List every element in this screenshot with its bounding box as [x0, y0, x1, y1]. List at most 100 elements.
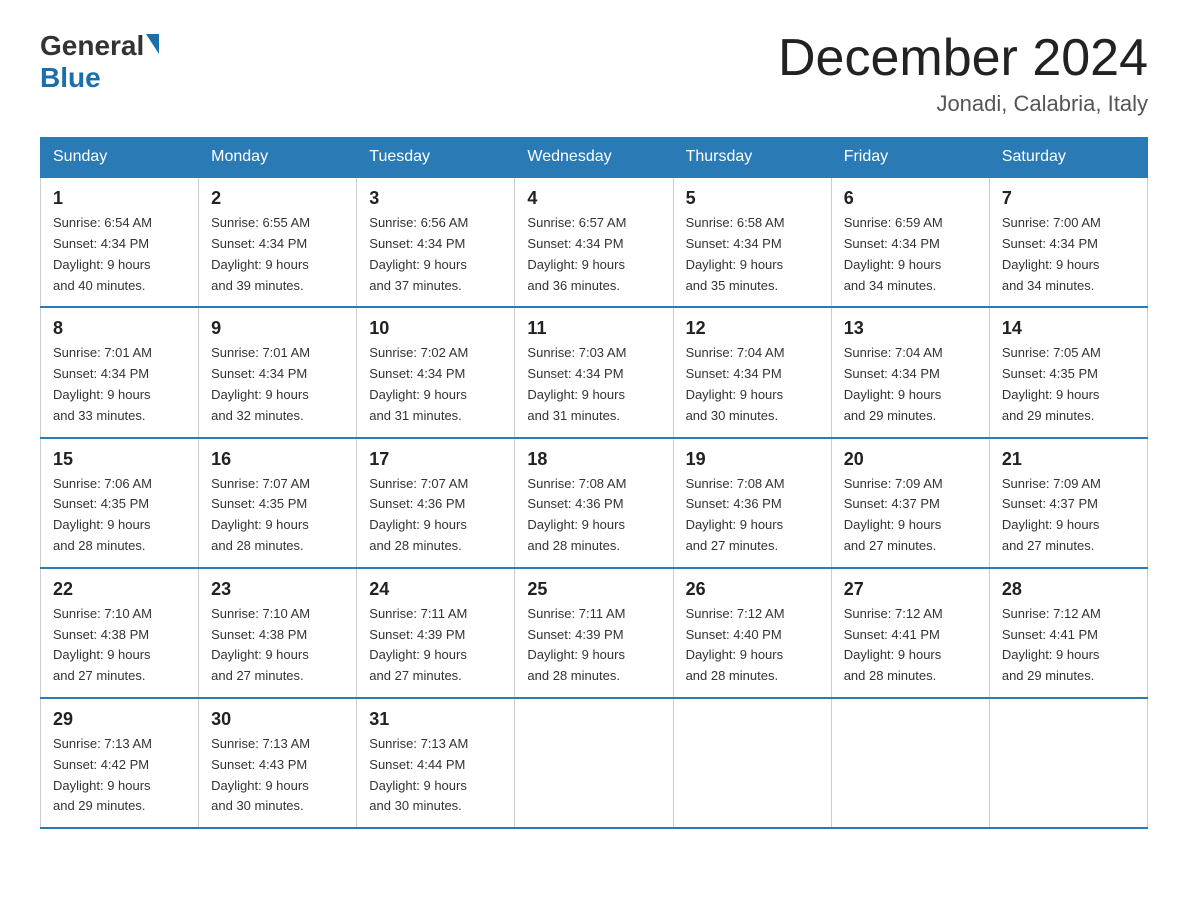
calendar-cell: 15 Sunrise: 7:06 AMSunset: 4:35 PMDaylig… [41, 438, 199, 568]
day-number: 20 [844, 449, 977, 470]
day-number: 29 [53, 709, 186, 730]
day-info: Sunrise: 7:01 AMSunset: 4:34 PMDaylight:… [53, 345, 152, 422]
calendar-cell: 18 Sunrise: 7:08 AMSunset: 4:36 PMDaylig… [515, 438, 673, 568]
calendar-cell: 6 Sunrise: 6:59 AMSunset: 4:34 PMDayligh… [831, 177, 989, 307]
day-info: Sunrise: 7:13 AMSunset: 4:43 PMDaylight:… [211, 736, 310, 813]
calendar-cell: 12 Sunrise: 7:04 AMSunset: 4:34 PMDaylig… [673, 307, 831, 437]
day-info: Sunrise: 6:59 AMSunset: 4:34 PMDaylight:… [844, 215, 943, 292]
logo: General Blue [40, 30, 159, 94]
day-info: Sunrise: 6:56 AMSunset: 4:34 PMDaylight:… [369, 215, 468, 292]
calendar-cell: 28 Sunrise: 7:12 AMSunset: 4:41 PMDaylig… [989, 568, 1147, 698]
day-info: Sunrise: 7:07 AMSunset: 4:35 PMDaylight:… [211, 476, 310, 553]
day-number: 1 [53, 188, 186, 209]
day-number: 17 [369, 449, 502, 470]
day-number: 25 [527, 579, 660, 600]
calendar-week-row: 22 Sunrise: 7:10 AMSunset: 4:38 PMDaylig… [41, 568, 1148, 698]
calendar-cell: 3 Sunrise: 6:56 AMSunset: 4:34 PMDayligh… [357, 177, 515, 307]
calendar-cell: 9 Sunrise: 7:01 AMSunset: 4:34 PMDayligh… [199, 307, 357, 437]
calendar-cell: 30 Sunrise: 7:13 AMSunset: 4:43 PMDaylig… [199, 698, 357, 828]
day-number: 3 [369, 188, 502, 209]
day-number: 26 [686, 579, 819, 600]
calendar-cell: 23 Sunrise: 7:10 AMSunset: 4:38 PMDaylig… [199, 568, 357, 698]
day-number: 12 [686, 318, 819, 339]
calendar-cell: 11 Sunrise: 7:03 AMSunset: 4:34 PMDaylig… [515, 307, 673, 437]
calendar-cell: 1 Sunrise: 6:54 AMSunset: 4:34 PMDayligh… [41, 177, 199, 307]
logo-blue: Blue [40, 62, 159, 94]
weekday-header-row: SundayMondayTuesdayWednesdayThursdayFrid… [41, 138, 1148, 178]
calendar-cell [989, 698, 1147, 828]
page-header: General Blue December 2024 Jonadi, Calab… [40, 30, 1148, 117]
day-number: 2 [211, 188, 344, 209]
day-number: 13 [844, 318, 977, 339]
day-number: 11 [527, 318, 660, 339]
day-number: 18 [527, 449, 660, 470]
calendar-cell: 10 Sunrise: 7:02 AMSunset: 4:34 PMDaylig… [357, 307, 515, 437]
calendar-week-row: 15 Sunrise: 7:06 AMSunset: 4:35 PMDaylig… [41, 438, 1148, 568]
location-title: Jonadi, Calabria, Italy [778, 91, 1148, 117]
calendar-body: 1 Sunrise: 6:54 AMSunset: 4:34 PMDayligh… [41, 177, 1148, 828]
logo-general: General [40, 30, 144, 62]
calendar-cell: 31 Sunrise: 7:13 AMSunset: 4:44 PMDaylig… [357, 698, 515, 828]
day-number: 24 [369, 579, 502, 600]
calendar-week-row: 1 Sunrise: 6:54 AMSunset: 4:34 PMDayligh… [41, 177, 1148, 307]
day-info: Sunrise: 7:04 AMSunset: 4:34 PMDaylight:… [686, 345, 785, 422]
day-number: 30 [211, 709, 344, 730]
calendar-cell: 16 Sunrise: 7:07 AMSunset: 4:35 PMDaylig… [199, 438, 357, 568]
day-info: Sunrise: 7:11 AMSunset: 4:39 PMDaylight:… [369, 606, 467, 683]
day-number: 6 [844, 188, 977, 209]
calendar-cell: 25 Sunrise: 7:11 AMSunset: 4:39 PMDaylig… [515, 568, 673, 698]
day-number: 28 [1002, 579, 1135, 600]
day-info: Sunrise: 6:55 AMSunset: 4:34 PMDaylight:… [211, 215, 310, 292]
day-info: Sunrise: 7:10 AMSunset: 4:38 PMDaylight:… [211, 606, 310, 683]
day-info: Sunrise: 7:00 AMSunset: 4:34 PMDaylight:… [1002, 215, 1101, 292]
calendar-table: SundayMondayTuesdayWednesdayThursdayFrid… [40, 137, 1148, 829]
day-number: 27 [844, 579, 977, 600]
day-info: Sunrise: 7:08 AMSunset: 4:36 PMDaylight:… [686, 476, 785, 553]
calendar-cell: 4 Sunrise: 6:57 AMSunset: 4:34 PMDayligh… [515, 177, 673, 307]
day-info: Sunrise: 7:07 AMSunset: 4:36 PMDaylight:… [369, 476, 468, 553]
weekday-header-wednesday: Wednesday [515, 138, 673, 178]
day-number: 7 [1002, 188, 1135, 209]
weekday-header-sunday: Sunday [41, 138, 199, 178]
day-info: Sunrise: 7:08 AMSunset: 4:36 PMDaylight:… [527, 476, 626, 553]
calendar-cell [673, 698, 831, 828]
day-number: 5 [686, 188, 819, 209]
day-info: Sunrise: 7:12 AMSunset: 4:41 PMDaylight:… [1002, 606, 1101, 683]
day-info: Sunrise: 7:04 AMSunset: 4:34 PMDaylight:… [844, 345, 943, 422]
day-info: Sunrise: 7:11 AMSunset: 4:39 PMDaylight:… [527, 606, 625, 683]
calendar-cell: 7 Sunrise: 7:00 AMSunset: 4:34 PMDayligh… [989, 177, 1147, 307]
calendar-cell: 13 Sunrise: 7:04 AMSunset: 4:34 PMDaylig… [831, 307, 989, 437]
calendar-week-row: 8 Sunrise: 7:01 AMSunset: 4:34 PMDayligh… [41, 307, 1148, 437]
day-number: 23 [211, 579, 344, 600]
day-number: 15 [53, 449, 186, 470]
month-title: December 2024 [778, 30, 1148, 87]
day-info: Sunrise: 7:06 AMSunset: 4:35 PMDaylight:… [53, 476, 152, 553]
day-info: Sunrise: 7:10 AMSunset: 4:38 PMDaylight:… [53, 606, 152, 683]
day-number: 16 [211, 449, 344, 470]
day-info: Sunrise: 6:57 AMSunset: 4:34 PMDaylight:… [527, 215, 626, 292]
calendar-cell: 29 Sunrise: 7:13 AMSunset: 4:42 PMDaylig… [41, 698, 199, 828]
day-number: 10 [369, 318, 502, 339]
calendar-cell: 24 Sunrise: 7:11 AMSunset: 4:39 PMDaylig… [357, 568, 515, 698]
calendar-cell: 19 Sunrise: 7:08 AMSunset: 4:36 PMDaylig… [673, 438, 831, 568]
calendar-cell: 20 Sunrise: 7:09 AMSunset: 4:37 PMDaylig… [831, 438, 989, 568]
day-info: Sunrise: 7:09 AMSunset: 4:37 PMDaylight:… [1002, 476, 1101, 553]
day-number: 22 [53, 579, 186, 600]
calendar-header: SundayMondayTuesdayWednesdayThursdayFrid… [41, 138, 1148, 178]
day-info: Sunrise: 7:05 AMSunset: 4:35 PMDaylight:… [1002, 345, 1101, 422]
day-number: 21 [1002, 449, 1135, 470]
day-info: Sunrise: 7:02 AMSunset: 4:34 PMDaylight:… [369, 345, 468, 422]
day-info: Sunrise: 7:13 AMSunset: 4:42 PMDaylight:… [53, 736, 152, 813]
day-info: Sunrise: 7:13 AMSunset: 4:44 PMDaylight:… [369, 736, 468, 813]
day-info: Sunrise: 7:03 AMSunset: 4:34 PMDaylight:… [527, 345, 626, 422]
calendar-cell: 27 Sunrise: 7:12 AMSunset: 4:41 PMDaylig… [831, 568, 989, 698]
day-info: Sunrise: 6:54 AMSunset: 4:34 PMDaylight:… [53, 215, 152, 292]
calendar-cell: 14 Sunrise: 7:05 AMSunset: 4:35 PMDaylig… [989, 307, 1147, 437]
day-info: Sunrise: 7:12 AMSunset: 4:41 PMDaylight:… [844, 606, 943, 683]
day-info: Sunrise: 6:58 AMSunset: 4:34 PMDaylight:… [686, 215, 785, 292]
day-number: 9 [211, 318, 344, 339]
calendar-cell: 8 Sunrise: 7:01 AMSunset: 4:34 PMDayligh… [41, 307, 199, 437]
weekday-header-tuesday: Tuesday [357, 138, 515, 178]
day-number: 31 [369, 709, 502, 730]
day-info: Sunrise: 7:12 AMSunset: 4:40 PMDaylight:… [686, 606, 785, 683]
